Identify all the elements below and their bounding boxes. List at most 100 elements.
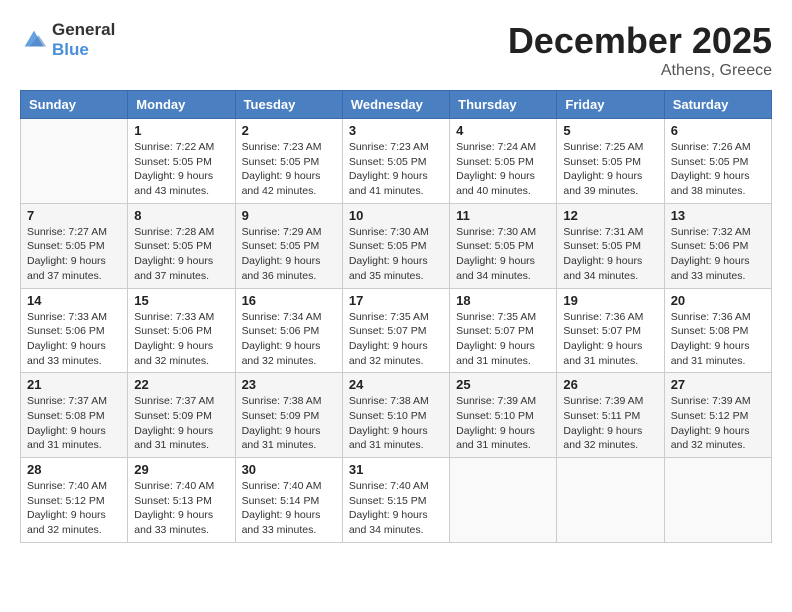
day-info: Sunrise: 7:38 AM Sunset: 5:10 PM Dayligh… bbox=[349, 394, 443, 453]
empty-cell bbox=[557, 458, 664, 543]
day-number: 11 bbox=[456, 208, 550, 223]
day-info: Sunrise: 7:32 AM Sunset: 5:06 PM Dayligh… bbox=[671, 225, 765, 284]
calendar-day-6: 6Sunrise: 7:26 AM Sunset: 5:05 PM Daylig… bbox=[664, 119, 771, 204]
day-info: Sunrise: 7:39 AM Sunset: 5:11 PM Dayligh… bbox=[563, 394, 657, 453]
day-number: 24 bbox=[349, 377, 443, 392]
day-number: 10 bbox=[349, 208, 443, 223]
day-info: Sunrise: 7:33 AM Sunset: 5:06 PM Dayligh… bbox=[27, 310, 121, 369]
day-number: 17 bbox=[349, 293, 443, 308]
day-number: 29 bbox=[134, 462, 228, 477]
calendar-body: 1Sunrise: 7:22 AM Sunset: 5:05 PM Daylig… bbox=[21, 119, 772, 543]
day-number: 7 bbox=[27, 208, 121, 223]
day-info: Sunrise: 7:37 AM Sunset: 5:08 PM Dayligh… bbox=[27, 394, 121, 453]
day-number: 9 bbox=[242, 208, 336, 223]
day-info: Sunrise: 7:23 AM Sunset: 5:05 PM Dayligh… bbox=[349, 140, 443, 199]
day-number: 27 bbox=[671, 377, 765, 392]
day-info: Sunrise: 7:37 AM Sunset: 5:09 PM Dayligh… bbox=[134, 394, 228, 453]
day-info: Sunrise: 7:39 AM Sunset: 5:12 PM Dayligh… bbox=[671, 394, 765, 453]
calendar-day-3: 3Sunrise: 7:23 AM Sunset: 5:05 PM Daylig… bbox=[342, 119, 449, 204]
calendar-day-15: 15 Sunrise: 7:33 AM Sunset: 5:06 PM Dayli… bbox=[128, 288, 235, 373]
calendar-day-8: 8 Sunrise: 7:28 AM Sunset: 5:05 PM Daylig… bbox=[128, 203, 235, 288]
calendar-week-2: 7 Sunrise: 7:27 AM Sunset: 5:05 PM Daylig… bbox=[21, 203, 772, 288]
calendar-day-23: 23Sunrise: 7:38 AM Sunset: 5:09 PM Dayli… bbox=[235, 373, 342, 458]
calendar-day-19: 19 Sunrise: 7:36 AM Sunset: 5:07 PM Dayli… bbox=[557, 288, 664, 373]
day-info: Sunrise: 7:36 AM Sunset: 5:08 PM Dayligh… bbox=[671, 310, 765, 369]
empty-cell bbox=[21, 119, 128, 204]
day-info: Sunrise: 7:23 AM Sunset: 5:05 PM Dayligh… bbox=[242, 140, 336, 199]
day-header-friday: Friday bbox=[557, 91, 664, 119]
day-info: Sunrise: 7:30 AM Sunset: 5:05 PM Dayligh… bbox=[349, 225, 443, 284]
calendar-week-4: 21 Sunrise: 7:37 AM Sunset: 5:08 PM Dayli… bbox=[21, 373, 772, 458]
calendar-week-3: 14Sunrise: 7:33 AM Sunset: 5:06 PM Dayli… bbox=[21, 288, 772, 373]
day-header-sunday: Sunday bbox=[21, 91, 128, 119]
calendar-day-26: 26 Sunrise: 7:39 AM Sunset: 5:11 PM Dayli… bbox=[557, 373, 664, 458]
day-number: 16 bbox=[242, 293, 336, 308]
day-number: 20 bbox=[671, 293, 765, 308]
calendar-day-14: 14Sunrise: 7:33 AM Sunset: 5:06 PM Dayli… bbox=[21, 288, 128, 373]
day-info: Sunrise: 7:40 AM Sunset: 5:14 PM Dayligh… bbox=[242, 479, 336, 538]
day-number: 4 bbox=[456, 123, 550, 138]
empty-cell bbox=[664, 458, 771, 543]
calendar-day-2: 2 Sunrise: 7:23 AM Sunset: 5:05 PM Daylig… bbox=[235, 119, 342, 204]
calendar-day-30: 30 Sunrise: 7:40 AM Sunset: 5:14 PM Dayli… bbox=[235, 458, 342, 543]
day-info: Sunrise: 7:30 AM Sunset: 5:05 PM Dayligh… bbox=[456, 225, 550, 284]
calendar-day-24: 24 Sunrise: 7:38 AM Sunset: 5:10 PM Dayli… bbox=[342, 373, 449, 458]
empty-cell bbox=[450, 458, 557, 543]
title-block: December 2025 Athens, Greece bbox=[508, 20, 772, 80]
day-number: 23 bbox=[242, 377, 336, 392]
calendar-day-10: 10 Sunrise: 7:30 AM Sunset: 5:05 PM Dayli… bbox=[342, 203, 449, 288]
day-number: 31 bbox=[349, 462, 443, 477]
calendar-day-12: 12Sunrise: 7:31 AM Sunset: 5:05 PM Dayli… bbox=[557, 203, 664, 288]
day-info: Sunrise: 7:33 AM Sunset: 5:06 PM Dayligh… bbox=[134, 310, 228, 369]
day-info: Sunrise: 7:36 AM Sunset: 5:07 PM Dayligh… bbox=[563, 310, 657, 369]
day-number: 26 bbox=[563, 377, 657, 392]
day-number: 13 bbox=[671, 208, 765, 223]
logo-icon bbox=[20, 26, 48, 54]
day-info: Sunrise: 7:40 AM Sunset: 5:15 PM Dayligh… bbox=[349, 479, 443, 538]
calendar-day-9: 9Sunrise: 7:29 AM Sunset: 5:05 PM Daylig… bbox=[235, 203, 342, 288]
day-info: Sunrise: 7:40 AM Sunset: 5:12 PM Dayligh… bbox=[27, 479, 121, 538]
day-info: Sunrise: 7:31 AM Sunset: 5:05 PM Dayligh… bbox=[563, 225, 657, 284]
day-number: 1 bbox=[134, 123, 228, 138]
calendar-day-22: 22 Sunrise: 7:37 AM Sunset: 5:09 PM Dayli… bbox=[128, 373, 235, 458]
calendar-header: SundayMondayTuesdayWednesdayThursdayFrid… bbox=[21, 91, 772, 119]
day-info: Sunrise: 7:25 AM Sunset: 5:05 PM Dayligh… bbox=[563, 140, 657, 199]
day-number: 15 bbox=[134, 293, 228, 308]
calendar-day-29: 29 Sunrise: 7:40 AM Sunset: 5:13 PM Dayli… bbox=[128, 458, 235, 543]
day-number: 30 bbox=[242, 462, 336, 477]
calendar-day-7: 7 Sunrise: 7:27 AM Sunset: 5:05 PM Daylig… bbox=[21, 203, 128, 288]
day-number: 5 bbox=[563, 123, 657, 138]
day-info: Sunrise: 7:34 AM Sunset: 5:06 PM Dayligh… bbox=[242, 310, 336, 369]
logo-general: General bbox=[52, 20, 115, 40]
day-info: Sunrise: 7:40 AM Sunset: 5:13 PM Dayligh… bbox=[134, 479, 228, 538]
day-number: 22 bbox=[134, 377, 228, 392]
page-header: General Blue December 2025 Athens, Greec… bbox=[20, 20, 772, 80]
calendar-day-25: 25Sunrise: 7:39 AM Sunset: 5:10 PM Dayli… bbox=[450, 373, 557, 458]
calendar-week-1: 1Sunrise: 7:22 AM Sunset: 5:05 PM Daylig… bbox=[21, 119, 772, 204]
day-info: Sunrise: 7:27 AM Sunset: 5:05 PM Dayligh… bbox=[27, 225, 121, 284]
calendar-day-11: 11 Sunrise: 7:30 AM Sunset: 5:05 PM Dayli… bbox=[450, 203, 557, 288]
calendar-day-31: 31 Sunrise: 7:40 AM Sunset: 5:15 PM Dayli… bbox=[342, 458, 449, 543]
calendar-week-5: 28 Sunrise: 7:40 AM Sunset: 5:12 PM Dayli… bbox=[21, 458, 772, 543]
calendar-day-13: 13 Sunrise: 7:32 AM Sunset: 5:06 PM Dayli… bbox=[664, 203, 771, 288]
day-number: 2 bbox=[242, 123, 336, 138]
logo-blue: Blue bbox=[52, 40, 115, 60]
calendar-day-16: 16 Sunrise: 7:34 AM Sunset: 5:06 PM Dayli… bbox=[235, 288, 342, 373]
day-number: 21 bbox=[27, 377, 121, 392]
calendar-day-20: 20 Sunrise: 7:36 AM Sunset: 5:08 PM Dayli… bbox=[664, 288, 771, 373]
day-header-thursday: Thursday bbox=[450, 91, 557, 119]
day-number: 8 bbox=[134, 208, 228, 223]
calendar-day-4: 4Sunrise: 7:24 AM Sunset: 5:05 PM Daylig… bbox=[450, 119, 557, 204]
day-info: Sunrise: 7:35 AM Sunset: 5:07 PM Dayligh… bbox=[349, 310, 443, 369]
day-info: Sunrise: 7:35 AM Sunset: 5:07 PM Dayligh… bbox=[456, 310, 550, 369]
calendar-day-17: 17 Sunrise: 7:35 AM Sunset: 5:07 PM Dayli… bbox=[342, 288, 449, 373]
day-header-monday: Monday bbox=[128, 91, 235, 119]
calendar-table: SundayMondayTuesdayWednesdayThursdayFrid… bbox=[20, 90, 772, 543]
day-number: 19 bbox=[563, 293, 657, 308]
day-number: 28 bbox=[27, 462, 121, 477]
day-header-wednesday: Wednesday bbox=[342, 91, 449, 119]
calendar-day-27: 27 Sunrise: 7:39 AM Sunset: 5:12 PM Dayli… bbox=[664, 373, 771, 458]
calendar-day-5: 5 Sunrise: 7:25 AM Sunset: 5:05 PM Daylig… bbox=[557, 119, 664, 204]
day-info: Sunrise: 7:28 AM Sunset: 5:05 PM Dayligh… bbox=[134, 225, 228, 284]
logo: General Blue bbox=[20, 20, 115, 60]
